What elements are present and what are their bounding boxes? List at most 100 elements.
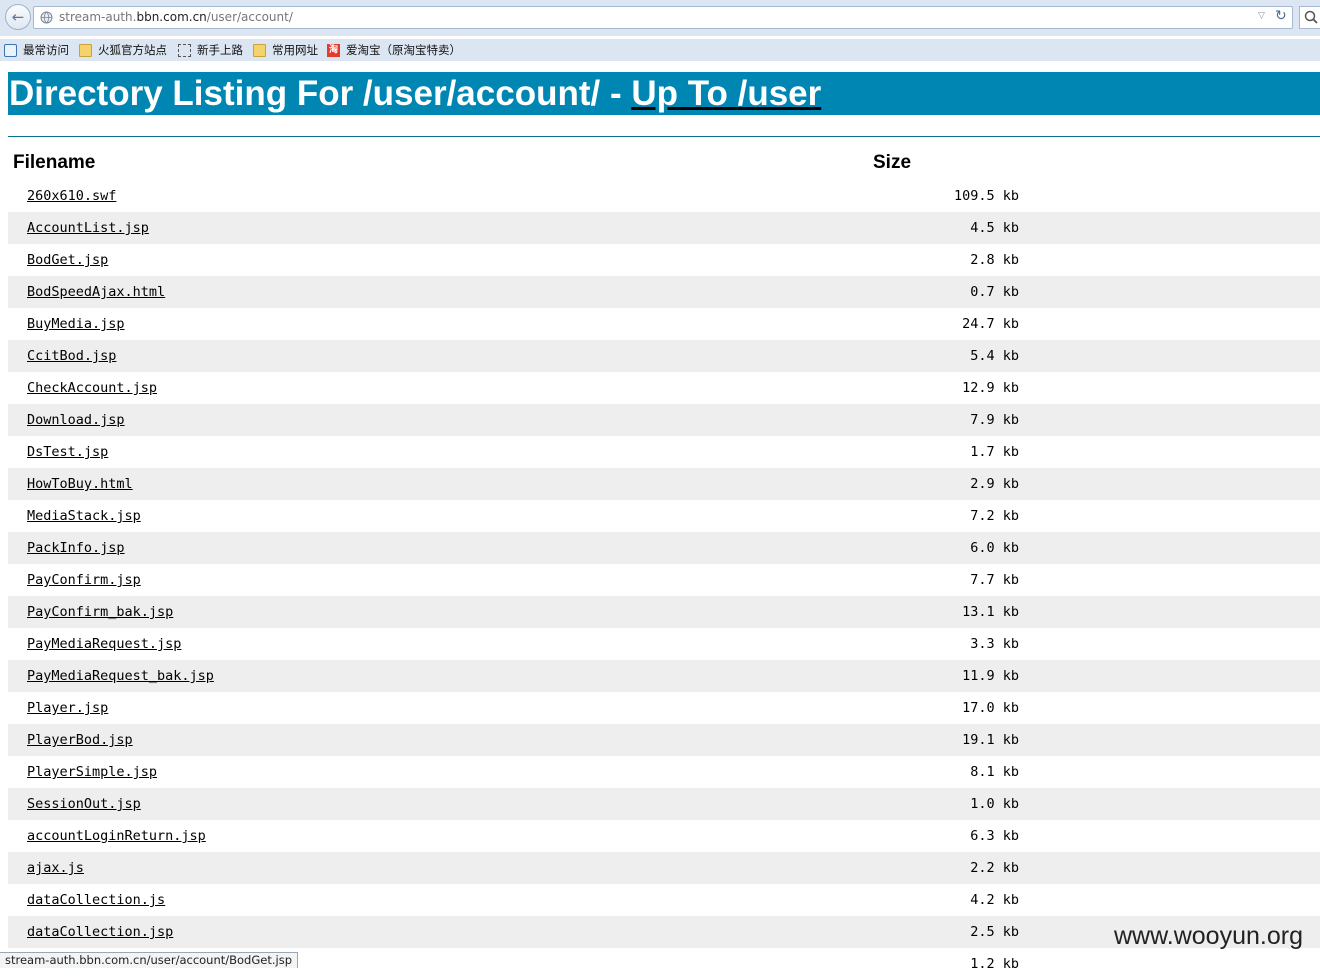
file-row: PayConfirm_bak.jsp 13.1 kb <box>8 596 1320 628</box>
file-row: PayConfirm.jsp 7.7 kb <box>8 564 1320 596</box>
folder-icon <box>79 43 92 57</box>
file-size: 1.7 kb <box>970 444 1019 460</box>
file-size: 2.2 kb <box>970 860 1019 876</box>
file-row: ajax.js 2.2 kb <box>8 852 1320 884</box>
file-size: 19.1 kb <box>962 732 1019 748</box>
file-size: 5.4 kb <box>970 348 1019 364</box>
file-size: 1.0 kb <box>970 796 1019 812</box>
file-link[interactable]: PackInfo.jsp <box>27 540 125 556</box>
file-row: BodSpeedAjax.html 0.7 kb <box>8 276 1320 308</box>
bookmark-label: 常用网址 <box>272 43 318 57</box>
navigation-toolbar: ← stream-auth.bbn.com.cn/user/account/ ▽… <box>0 0 1320 36</box>
file-link[interactable]: PlayerSimple.jsp <box>27 764 157 780</box>
file-size: 2.8 kb <box>970 252 1019 268</box>
back-button[interactable]: ← <box>5 4 31 30</box>
file-row: BodGet.jsp 2.8 kb <box>8 244 1320 276</box>
file-size: 0.7 kb <box>970 284 1019 300</box>
file-link[interactable]: CheckAccount.jsp <box>27 380 157 396</box>
file-row: PlayerBod.jsp 19.1 kb <box>8 724 1320 756</box>
file-row: HowToBuy.html 2.9 kb <box>8 468 1320 500</box>
file-link[interactable]: Player.jsp <box>27 700 108 716</box>
file-row: DsTest.jsp 1.7 kb <box>8 436 1320 468</box>
file-size: 6.0 kb <box>970 540 1019 556</box>
bookmark-label: 爱淘宝（原淘宝特卖） <box>346 43 461 57</box>
file-link[interactable]: SessionOut.jsp <box>27 796 141 812</box>
most-visited-icon <box>4 43 17 57</box>
file-link[interactable]: HowToBuy.html <box>27 476 133 492</box>
url-path: /user/account/ <box>206 10 293 24</box>
file-size: 2.9 kb <box>970 476 1019 492</box>
file-row: Download.jsp 7.9 kb <box>8 404 1320 436</box>
file-size: 12.9 kb <box>962 380 1019 396</box>
file-row: CheckAccount.jsp 12.9 kb <box>8 372 1320 404</box>
file-link[interactable]: Download.jsp <box>27 412 125 428</box>
file-size: 4.2 kb <box>970 892 1019 908</box>
file-row: PlayerSimple.jsp 8.1 kb <box>8 756 1320 788</box>
address-bar[interactable]: stream-auth.bbn.com.cn/user/account/ ▽ ↻ <box>33 6 1293 29</box>
taobao-icon: 淘 <box>327 43 340 57</box>
header-divider <box>8 136 1320 137</box>
file-link[interactable]: PlayerBod.jsp <box>27 732 133 748</box>
file-link[interactable]: PayConfirm.jsp <box>27 572 141 588</box>
bookmarks-toolbar: 最常访问 火狐官方站点 新手上路 常用网址 淘 爱淘宝（原淘宝特卖） <box>0 39 1320 61</box>
file-size: 4.5 kb <box>970 220 1019 236</box>
bookmark-label: 新手上路 <box>197 43 243 57</box>
file-link[interactable]: BodSpeedAjax.html <box>27 284 165 300</box>
file-row: PackInfo.jsp 6.0 kb <box>8 532 1320 564</box>
file-size: 7.7 kb <box>970 572 1019 588</box>
file-link[interactable]: BodGet.jsp <box>27 252 108 268</box>
file-link[interactable]: MediaStack.jsp <box>27 508 141 524</box>
file-link[interactable]: AccountList.jsp <box>27 220 149 236</box>
file-link[interactable]: PayMediaRequest.jsp <box>27 636 181 652</box>
file-size: 2.5 kb <box>970 924 1019 940</box>
bookmark-label: 最常访问 <box>23 43 69 57</box>
file-size: 24.7 kb <box>962 316 1019 332</box>
file-link[interactable]: ajax.js <box>27 860 84 876</box>
bookmark-most-visited[interactable]: 最常访问 <box>4 41 69 59</box>
file-link[interactable]: dataCollection.jsp <box>27 924 173 940</box>
file-link[interactable]: dataCollection.js <box>27 892 165 908</box>
file-link[interactable]: DsTest.jsp <box>27 444 108 460</box>
file-size: 13.1 kb <box>962 604 1019 620</box>
bookmark-getting-started[interactable]: 新手上路 <box>178 41 243 59</box>
globe-icon <box>40 11 53 24</box>
file-size: 17.0 kb <box>962 700 1019 716</box>
filename-column-header: Filename <box>13 152 96 173</box>
page-header: Directory Listing For /user/account/ - U… <box>8 72 1320 115</box>
file-row: PayMediaRequest_bak.jsp 11.9 kb <box>8 660 1320 692</box>
page-title: Directory Listing For /user/account/ - U… <box>9 72 821 115</box>
file-link[interactable]: PayConfirm_bak.jsp <box>27 604 173 620</box>
file-link[interactable]: 260x610.swf <box>27 188 116 204</box>
file-size: 8.1 kb <box>970 764 1019 780</box>
file-link[interactable]: accountLoginReturn.jsp <box>27 828 206 844</box>
file-row: AccountList.jsp 4.5 kb <box>8 212 1320 244</box>
file-row: 260x610.swf 109.5 kb <box>8 180 1320 212</box>
url-text[interactable]: stream-auth.bbn.com.cn/user/account/ <box>59 10 293 24</box>
file-size: 7.9 kb <box>970 412 1019 428</box>
search-icon <box>1304 10 1318 24</box>
up-to-parent-link[interactable]: Up To /user <box>631 74 821 113</box>
watermark: www.wooyun.org <box>1114 922 1303 950</box>
file-row: SessionOut.jsp 1.0 kb <box>8 788 1320 820</box>
history-dropdown-icon[interactable]: ▽ <box>1258 11 1265 21</box>
bookmark-firefox-official[interactable]: 火狐官方站点 <box>79 41 167 59</box>
file-link[interactable]: CcitBod.jsp <box>27 348 116 364</box>
search-button[interactable] <box>1299 6 1320 29</box>
file-link[interactable]: PayMediaRequest_bak.jsp <box>27 668 214 684</box>
file-size: 3.3 kb <box>970 636 1019 652</box>
folder-icon <box>253 43 266 57</box>
title-text: Directory Listing For /user/account/ - <box>9 74 632 113</box>
file-size: 6.3 kb <box>970 828 1019 844</box>
status-bar: stream-auth.bbn.com.cn/user/account/BodG… <box>0 952 298 968</box>
bookmark-label: 火狐官方站点 <box>98 43 167 57</box>
file-row: MediaStack.jsp 7.2 kb <box>8 500 1320 532</box>
file-row: Player.jsp 17.0 kb <box>8 692 1320 724</box>
file-row: BuyMedia.jsp 24.7 kb <box>8 308 1320 340</box>
file-size: 109.5 kb <box>953 188 1019 204</box>
bookmark-common-sites[interactable]: 常用网址 <box>253 41 318 59</box>
file-link[interactable]: BuyMedia.jsp <box>27 316 125 332</box>
file-listing: 260x610.swf 109.5 kb AccountList.jsp 4.5 kb… <box>8 180 1320 980</box>
reload-icon[interactable]: ↻ <box>1275 8 1287 24</box>
bookmark-aitaobao[interactable]: 淘 爱淘宝（原淘宝特卖） <box>327 41 461 59</box>
url-host: bbn.com.cn <box>136 10 207 24</box>
